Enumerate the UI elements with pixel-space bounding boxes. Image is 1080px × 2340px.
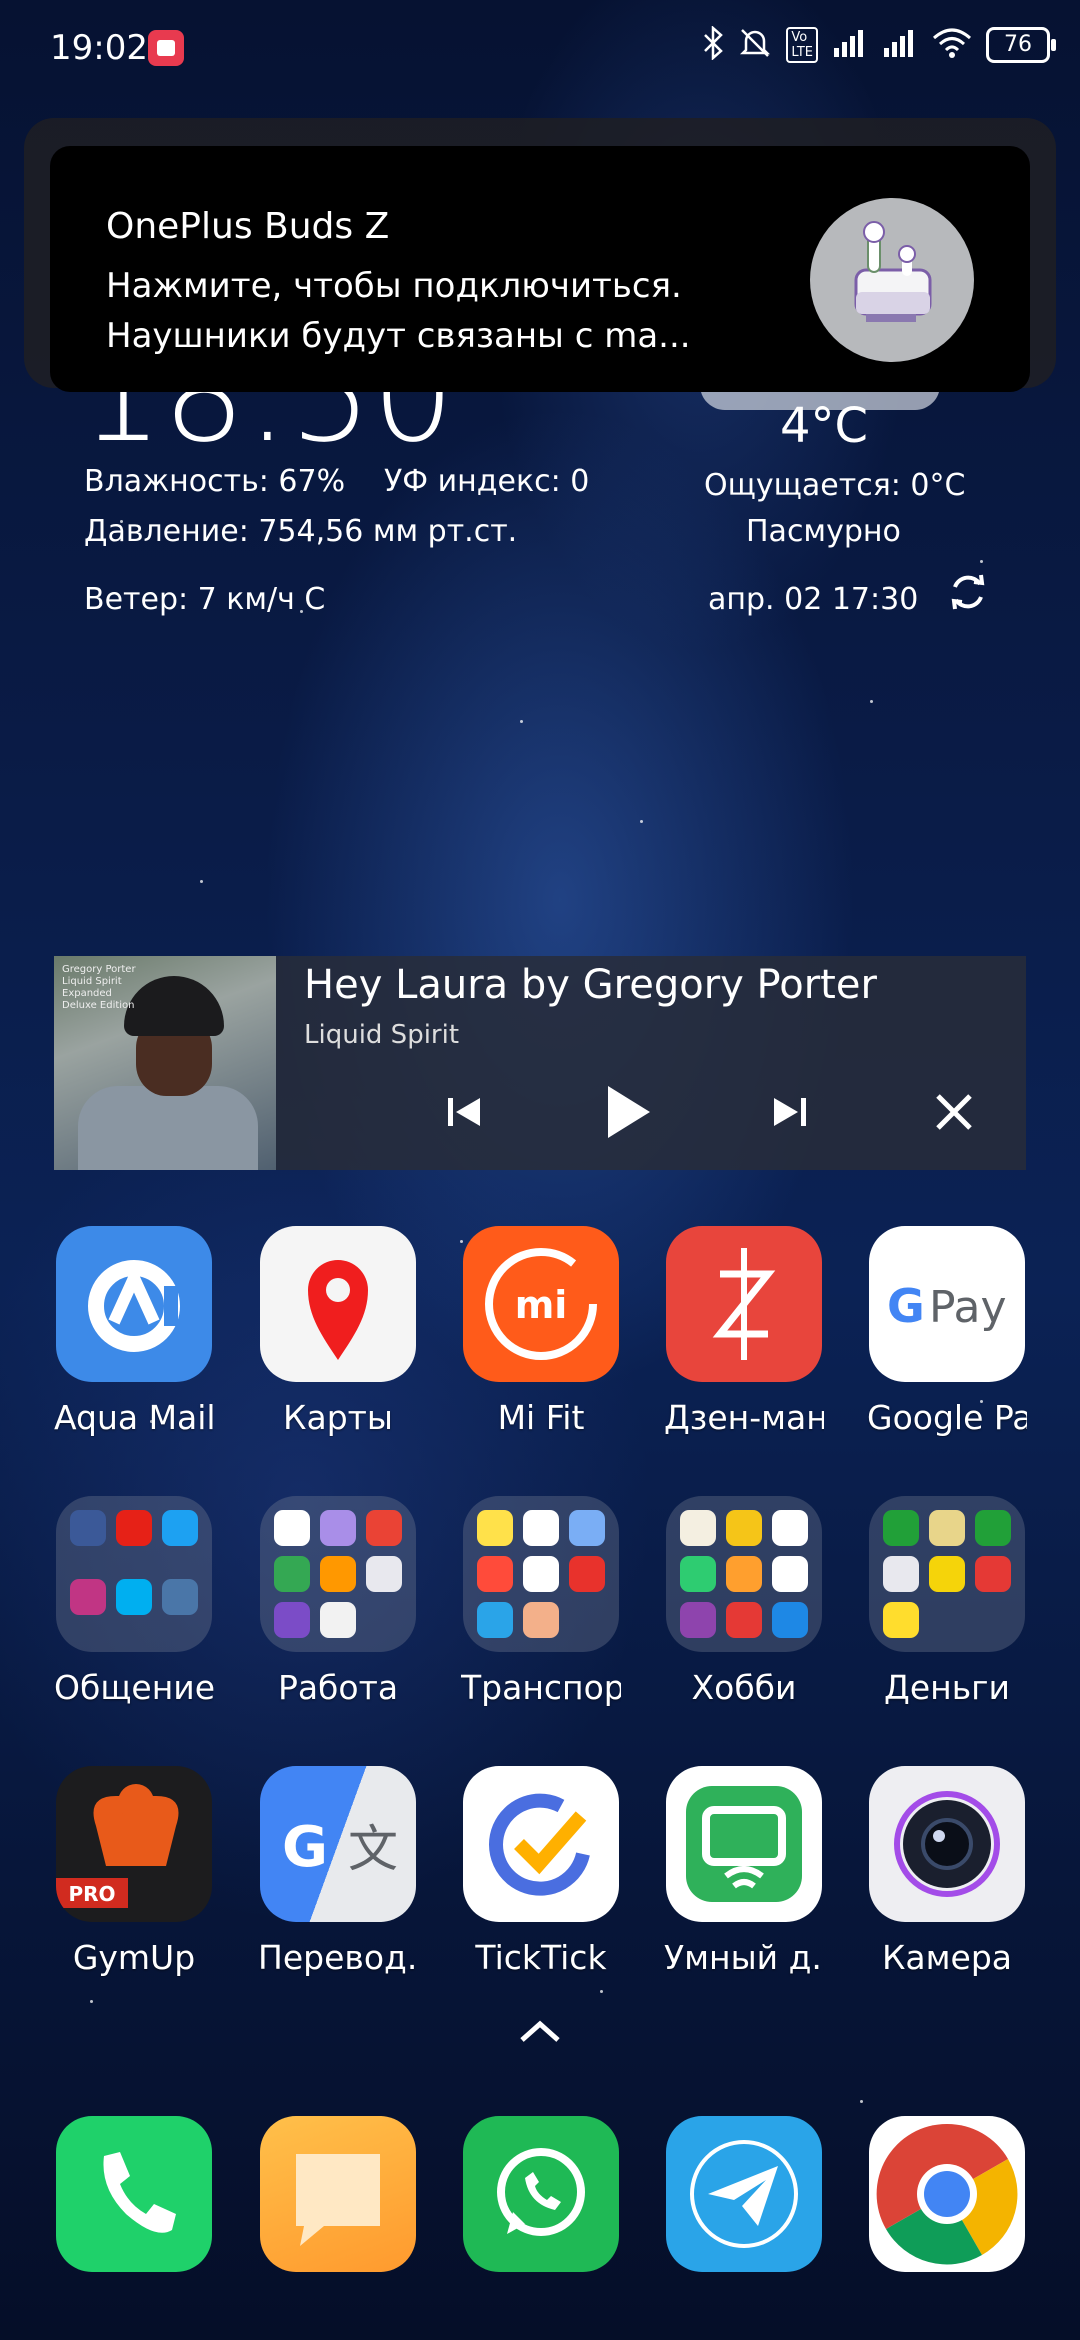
dock-telegram[interactable] bbox=[664, 2116, 824, 2272]
zen-money-icon bbox=[666, 1226, 822, 1382]
uv-index: УФ индекс: 0 bbox=[384, 464, 590, 499]
wifi-icon bbox=[932, 28, 972, 62]
temperature: 4°C bbox=[780, 398, 869, 454]
telegram-icon bbox=[666, 2116, 822, 2272]
svg-text:文: 文 bbox=[348, 1820, 398, 1878]
status-time: 19:02 bbox=[50, 28, 148, 68]
mi-fit-icon: mi bbox=[463, 1226, 619, 1382]
svg-text:G: G bbox=[282, 1815, 328, 1880]
messages-icon bbox=[260, 2116, 416, 2272]
app-label: GymUp bbox=[72, 1938, 196, 1977]
smart-home-icon bbox=[666, 1766, 822, 1922]
dock-phone[interactable] bbox=[54, 2116, 214, 2272]
app-label: TickTick bbox=[475, 1938, 607, 1977]
folder-label: Транспорт bbox=[461, 1668, 621, 1707]
play-icon[interactable] bbox=[598, 1082, 658, 1142]
svg-text:Pay: Pay bbox=[929, 1282, 1007, 1333]
app-zen-money[interactable]: Дзен-мани bbox=[664, 1226, 824, 1437]
weather-updated: апр. 02 17:30 bbox=[708, 582, 919, 617]
weather-condition: Пасмурно bbox=[746, 514, 901, 549]
album-art-text: Gregory Porter Liquid Spirit Expanded De… bbox=[62, 964, 136, 1011]
app-label: Aqua Mail bbox=[54, 1398, 214, 1437]
app-maps[interactable]: Карты bbox=[258, 1226, 418, 1437]
app-label: Дзен-мани bbox=[664, 1398, 824, 1437]
buds-notification[interactable]: OnePlus Buds Z Нажмите, чтобы подключить… bbox=[50, 146, 1030, 392]
app-google-pay[interactable]: GPay Google Pay bbox=[867, 1226, 1027, 1437]
app-label: Камера bbox=[881, 1938, 1013, 1977]
app-ticktick[interactable]: TickTick bbox=[461, 1766, 621, 1977]
gymup-icon: PRO bbox=[56, 1766, 212, 1922]
app-notification-icon bbox=[148, 30, 184, 66]
album-art: Gregory Porter Liquid Spirit Expanded De… bbox=[54, 956, 276, 1170]
signal-2-icon bbox=[882, 28, 918, 62]
feels-like: Ощущается: 0°C bbox=[704, 468, 966, 503]
folder-transport[interactable]: Транспорт bbox=[461, 1496, 621, 1707]
dock-whatsapp[interactable] bbox=[461, 2116, 621, 2272]
volte-icon: Vo LTE bbox=[786, 27, 818, 63]
silent-mode-icon bbox=[738, 26, 772, 64]
app-label: Перевод... bbox=[258, 1938, 418, 1977]
folder-hobby[interactable]: Хобби bbox=[664, 1496, 824, 1707]
refresh-icon[interactable] bbox=[946, 570, 990, 614]
whatsapp-icon bbox=[463, 2116, 619, 2272]
app-mi-fit[interactable]: mi Mi Fit bbox=[461, 1226, 621, 1437]
app-camera[interactable]: Камера bbox=[867, 1766, 1027, 1977]
notification-line-1: Нажмите, чтобы подключиться. bbox=[106, 266, 682, 306]
folder-money[interactable]: Деньги bbox=[867, 1496, 1027, 1707]
status-bar: 19:02 Vo LTE 76 bbox=[0, 0, 1080, 96]
app-smart-home[interactable]: Умный д... bbox=[664, 1766, 824, 1977]
dock-chrome[interactable] bbox=[867, 2116, 1027, 2272]
folder-work[interactable]: Работа bbox=[258, 1496, 418, 1707]
folder-label: Общение bbox=[54, 1668, 214, 1707]
battery-indicator: 76 bbox=[986, 27, 1056, 63]
folder-icon bbox=[869, 1496, 1025, 1652]
phone-icon bbox=[56, 2116, 212, 2272]
app-label: Карты bbox=[283, 1398, 393, 1437]
notification-title: OnePlus Buds Z bbox=[106, 206, 390, 247]
app-label: Mi Fit bbox=[497, 1398, 585, 1437]
previous-track-icon[interactable] bbox=[434, 1082, 494, 1142]
aqua-mail-icon bbox=[56, 1226, 212, 1382]
app-label: Умный д... bbox=[664, 1938, 824, 1977]
chrome-icon bbox=[869, 2116, 1025, 2272]
svg-text:G: G bbox=[887, 1279, 925, 1333]
folder-label: Хобби bbox=[691, 1668, 797, 1707]
chevron-up-icon[interactable] bbox=[516, 2016, 564, 2046]
bluetooth-icon bbox=[702, 25, 724, 64]
music-player-widget[interactable]: Gregory Porter Liquid Spirit Expanded De… bbox=[54, 956, 1026, 1170]
app-gymup[interactable]: PRO GymUp bbox=[54, 1766, 214, 1977]
ticktick-icon bbox=[463, 1766, 619, 1922]
app-label: Google Pay bbox=[867, 1398, 1027, 1437]
svg-text:mi: mi bbox=[515, 1283, 568, 1327]
folder-label: Деньги bbox=[884, 1668, 1010, 1707]
folder-icon bbox=[463, 1496, 619, 1652]
folder-icon bbox=[260, 1496, 416, 1652]
folder-label: Работа bbox=[277, 1668, 399, 1707]
folder-icon bbox=[666, 1496, 822, 1652]
map-pin-icon bbox=[260, 1226, 416, 1382]
pro-badge: PRO bbox=[68, 1882, 115, 1906]
album-name: Liquid Spirit bbox=[304, 1020, 460, 1050]
close-icon[interactable] bbox=[924, 1082, 984, 1142]
pressure: Давление: 754,56 мм рт.ст. bbox=[84, 514, 518, 549]
humidity: Влажность: 67% bbox=[84, 464, 346, 499]
signal-1-icon bbox=[832, 28, 868, 62]
camera-icon bbox=[869, 1766, 1025, 1922]
dock-messages[interactable] bbox=[258, 2116, 418, 2272]
app-translate[interactable]: G文 Перевод... bbox=[258, 1766, 418, 1977]
google-pay-icon: G Pay bbox=[869, 1226, 1025, 1382]
folder-communication[interactable]: Общение bbox=[54, 1496, 214, 1707]
translate-icon: G文 bbox=[260, 1766, 416, 1922]
folder-icon bbox=[56, 1496, 212, 1652]
wind: Ветер: 7 км/ч С bbox=[84, 582, 326, 617]
notification-line-2: Наушники будут связаны с ma... bbox=[106, 316, 691, 356]
next-track-icon[interactable] bbox=[760, 1082, 820, 1142]
app-aqua-mail[interactable]: Aqua Mail bbox=[54, 1226, 214, 1437]
earbuds-image bbox=[810, 198, 974, 362]
song-title: Hey Laura by Gregory Porter bbox=[304, 962, 877, 1008]
